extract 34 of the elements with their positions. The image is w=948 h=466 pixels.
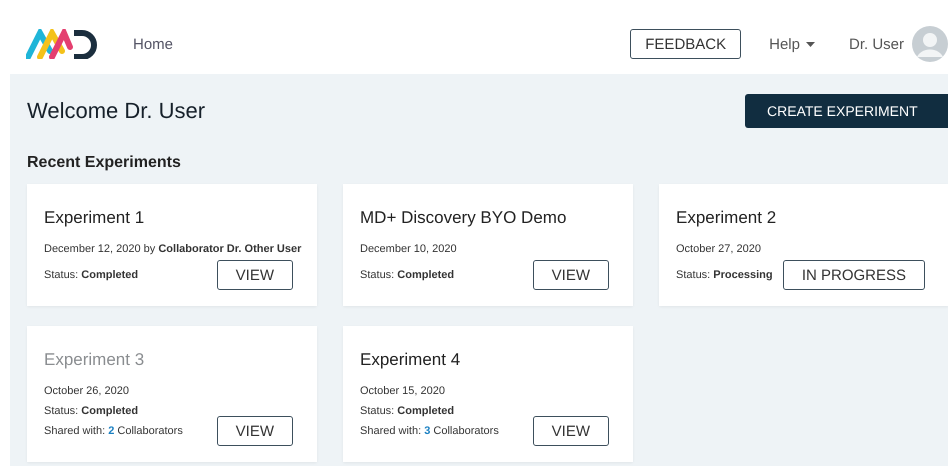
create-experiment-button[interactable]: CREATE EXPERIMENT	[745, 94, 948, 128]
welcome-heading: Welcome Dr. User	[27, 98, 206, 124]
caret-icon	[806, 42, 815, 46]
experiment-date: October 26, 2020	[44, 384, 130, 398]
help-menu[interactable]: Help	[769, 36, 815, 52]
nav-link[interactable]: Home	[133, 36, 174, 52]
section-heading: Recent Experiments	[27, 154, 182, 172]
experiment-date: December 10, 2020	[360, 242, 458, 256]
logo-icon	[26, 29, 98, 59]
feedback-button[interactable]: FEEDBACK	[630, 29, 742, 59]
experiment-title: MD+ Discovery BYO Demo	[360, 208, 568, 228]
experiment-title: Experiment 2	[676, 208, 778, 228]
experiment-action-button[interactable]: VIEW	[532, 260, 609, 290]
experiment-status: Status: Completed	[360, 404, 456, 418]
experiment-date: October 27, 2020	[676, 242, 762, 256]
experiment-status: Status: Completed	[44, 404, 140, 418]
experiment-date: October 15, 2020	[360, 384, 446, 398]
experiment-action-button[interactable]: VIEW	[216, 416, 293, 446]
shared-with-text: Shared with: 2 Collaborators	[44, 424, 183, 438]
collaborator-count-link[interactable]: 3	[424, 425, 430, 437]
experiment-title: Experiment 1	[44, 208, 146, 228]
experiment-title: Experiment 4	[360, 350, 462, 370]
experiment-date: December 12, 2020 by Collaborator Dr. Other User	[44, 242, 302, 256]
user-name: Dr. User	[848, 36, 904, 52]
experiment-action-button[interactable]: VIEW	[216, 260, 293, 290]
avatar-icon[interactable]	[912, 26, 948, 62]
experiment-title: Experiment 3	[44, 350, 146, 370]
experiment-status: Status: Completed	[360, 268, 454, 282]
collaborator-count-link[interactable]: 2	[108, 425, 114, 437]
experiment-status: Status: Processing	[676, 268, 773, 282]
experiment-status: Status: Completed	[44, 268, 138, 282]
experiment-action-button[interactable]: IN PROGRESS	[782, 260, 925, 290]
shared-with-text: Shared with: 3 Collaborators	[360, 424, 499, 438]
experiment-action-button[interactable]: VIEW	[532, 416, 609, 446]
